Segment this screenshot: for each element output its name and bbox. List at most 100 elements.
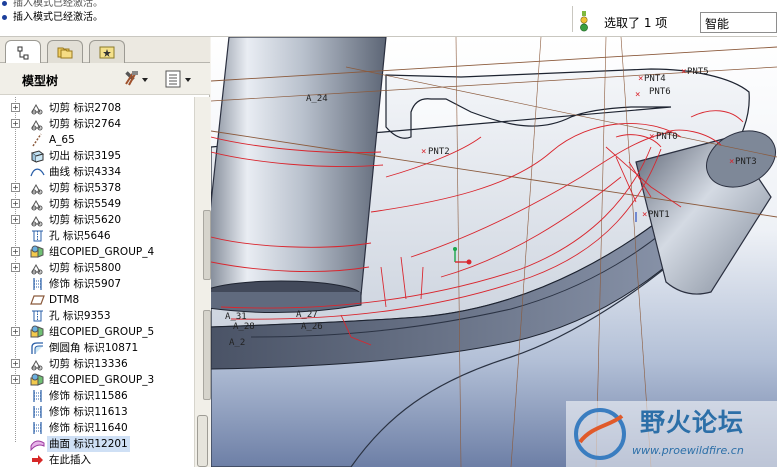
- tree-item-label: 组COPIED_GROUP_4: [49, 246, 155, 258]
- cut-icon: [30, 101, 45, 115]
- tree-item[interactable]: + 组COPIED_GROUP_4: [0, 244, 194, 260]
- cosmetic-icon: [30, 277, 45, 291]
- cut-icon: [30, 261, 45, 275]
- datum-point-label[interactable]: PNT6: [649, 87, 671, 97]
- tree-item-label: 修饰 标识11640: [49, 422, 128, 434]
- tree-item-label: 修饰 标识5907: [49, 278, 122, 290]
- tree-item[interactable]: 切出 标识3195: [0, 148, 194, 164]
- cosmetic-icon: [30, 389, 45, 403]
- cut-icon: [30, 181, 45, 195]
- cut-icon: [30, 117, 45, 131]
- traffic-light-icon[interactable]: [579, 11, 589, 33]
- tree-item[interactable]: DTM8: [0, 292, 194, 308]
- round-icon: [30, 341, 45, 355]
- model-tree-title: 模型树: [22, 74, 59, 88]
- datum-point-label[interactable]: PNT5: [687, 67, 709, 77]
- datum-plane-icon: [30, 293, 45, 307]
- bullet-icon: [2, 0, 7, 6]
- tree-item[interactable]: + 切剪 标识5800: [0, 260, 194, 276]
- svg-text:×: ×: [421, 147, 426, 157]
- datum-axis-label[interactable]: A_27: [296, 310, 318, 320]
- watermark-url: www.proewildfire.cn: [632, 444, 744, 457]
- selection-filter-select[interactable]: 智能: [700, 12, 777, 33]
- expand-toggle-icon[interactable]: +: [11, 199, 20, 208]
- tree-item[interactable]: + 切剪 标识13336: [0, 356, 194, 372]
- tree-item-label: A_65: [49, 134, 75, 146]
- tree-item[interactable]: + 组COPIED_GROUP_5: [0, 324, 194, 340]
- expand-toggle-icon[interactable]: +: [11, 119, 20, 128]
- tree-item-label: 切剪 标识2708: [49, 102, 122, 114]
- tree-item-label: 切剪 标识5378: [49, 182, 122, 194]
- settings-menu-button[interactable]: [124, 69, 150, 89]
- expand-toggle-icon[interactable]: +: [11, 247, 20, 256]
- tab-folder-browser[interactable]: [47, 40, 83, 63]
- tree-item[interactable]: 修饰 标识11613: [0, 404, 194, 420]
- tab-model-tree[interactable]: [5, 40, 41, 64]
- group-icon: [30, 245, 45, 259]
- svg-text:×: ×: [681, 67, 686, 77]
- scrollbar-thumb[interactable]: [197, 415, 208, 467]
- datum-point-label[interactable]: PNT1: [648, 210, 670, 220]
- datum-axis-label[interactable]: A_24: [306, 94, 328, 104]
- curve-icon: [30, 165, 45, 179]
- cut-icon: [30, 213, 45, 227]
- datum-axis-label[interactable]: A_31: [225, 312, 247, 322]
- watermark-logo-icon: [574, 408, 626, 460]
- tree-item[interactable]: + 切剪 标识5378: [0, 180, 194, 196]
- svg-text:×: ×: [642, 210, 647, 220]
- bullet-icon: [2, 14, 7, 20]
- tree-item-label: 切剪 标识5549: [49, 198, 122, 210]
- expand-toggle-icon[interactable]: +: [11, 327, 20, 336]
- tree-item[interactable]: + 切剪 标识5620: [0, 212, 194, 228]
- show-menu-button[interactable]: [164, 69, 194, 89]
- panel-resize-handle[interactable]: [203, 310, 211, 400]
- tree-item[interactable]: 修饰 标识11586: [0, 388, 194, 404]
- selection-count: 选取了 1 项: [604, 16, 668, 30]
- tree-item[interactable]: 倒圆角 标识10871: [0, 340, 194, 356]
- tree-item-label: 修饰 标识11586: [49, 390, 128, 402]
- svg-text:×: ×: [729, 157, 734, 167]
- tree-item[interactable]: + 切剪 标识2764: [0, 116, 194, 132]
- datum-axis-label[interactable]: A_28: [233, 322, 255, 332]
- datum-axis-icon: [30, 133, 45, 147]
- tree-item[interactable]: 孔 标识5646: [0, 228, 194, 244]
- expand-toggle-icon[interactable]: +: [11, 359, 20, 368]
- datum-point-label[interactable]: PNT2: [428, 147, 450, 157]
- tree-item[interactable]: 孔 标识9353: [0, 308, 194, 324]
- tree-item[interactable]: 修饰 标识11640: [0, 420, 194, 436]
- tree-item-label: 倒圆角 标识10871: [49, 342, 139, 354]
- datum-point-label[interactable]: PNT0: [656, 132, 678, 142]
- datum-axis-label[interactable]: A_2: [229, 338, 245, 348]
- extrude-cut-icon: [30, 149, 45, 163]
- tree-item-label: 切剪 标识5800: [49, 262, 122, 274]
- group-icon: [30, 373, 45, 387]
- tree-item[interactable]: 曲线 标识4334: [0, 164, 194, 180]
- tree-item-label: 孔 标识9353: [49, 310, 111, 322]
- tree-item[interactable]: 修饰 标识5907: [0, 276, 194, 292]
- tree-item-label: 组COPIED_GROUP_5: [49, 326, 155, 338]
- tree-item-label: DTM8: [49, 294, 80, 306]
- tree-item[interactable]: 在此插入: [0, 452, 194, 467]
- expand-toggle-icon[interactable]: +: [11, 375, 20, 384]
- datum-point-label[interactable]: PNT4: [644, 74, 666, 84]
- panel-resize-handle[interactable]: [203, 210, 211, 280]
- tree-item-label: 切剪 标识5620: [49, 214, 122, 226]
- model-tree-scrollbar[interactable]: [194, 97, 210, 467]
- expand-toggle-icon[interactable]: +: [11, 103, 20, 112]
- expand-toggle-icon[interactable]: +: [11, 183, 20, 192]
- datum-point-label[interactable]: PNT3: [735, 157, 757, 167]
- tree-item[interactable]: A_65: [0, 132, 194, 148]
- tab-favorites[interactable]: [89, 40, 125, 63]
- surface-icon: [30, 437, 45, 452]
- tree-item-label: 修饰 标识11613: [49, 406, 128, 418]
- tree-item-label: 组COPIED_GROUP_3: [49, 374, 155, 386]
- tree-item[interactable]: 曲面 标识12201: [0, 436, 194, 452]
- tree-item[interactable]: + 组COPIED_GROUP_3: [0, 372, 194, 388]
- datum-axis-label[interactable]: A_26: [301, 322, 323, 332]
- expand-toggle-icon[interactable]: +: [11, 263, 20, 272]
- expand-toggle-icon[interactable]: +: [11, 215, 20, 224]
- cosmetic-icon: [30, 405, 45, 419]
- model-tree-icon: [17, 46, 29, 59]
- tree-item[interactable]: + 切剪 标识5549: [0, 196, 194, 212]
- tree-item[interactable]: + 切剪 标识2708: [0, 100, 194, 116]
